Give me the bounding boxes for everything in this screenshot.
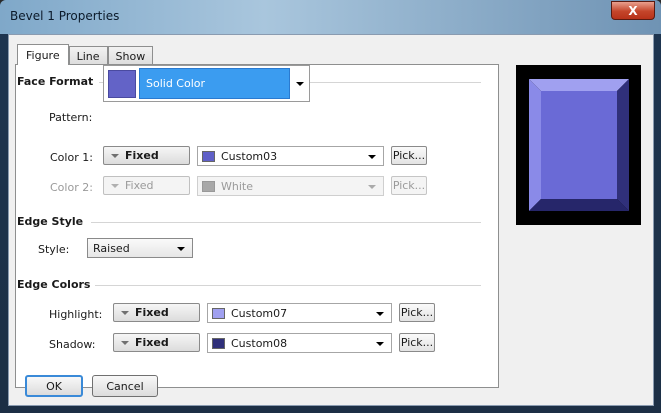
edge-style-divider	[91, 222, 481, 223]
shadow-mode-button[interactable]: Fixed	[113, 333, 200, 352]
shadow-label: Shadow:	[49, 338, 96, 351]
tab-show-label: Show	[115, 49, 146, 63]
dropdown-triangle-icon	[121, 310, 129, 315]
chevron-down-icon	[368, 155, 376, 159]
color2-value: White	[221, 179, 253, 193]
highlight-pick-button[interactable]: Pick...	[399, 303, 435, 322]
cancel-button[interactable]: Cancel	[92, 375, 158, 397]
tab-figure-label: Figure	[26, 48, 60, 62]
bevel-preview-graphic	[529, 79, 629, 211]
color1-mode-button[interactable]: Fixed	[103, 146, 190, 165]
highlight-label: Highlight:	[49, 308, 103, 321]
face-format-heading: Face Format	[17, 75, 94, 88]
color1-pick-button[interactable]: Pick...	[391, 146, 427, 165]
dropdown-triangle-icon	[121, 340, 129, 345]
bevel-left-edge	[529, 79, 541, 211]
color1-select[interactable]: Custom03	[197, 146, 384, 166]
tab-line[interactable]: Line	[68, 46, 108, 65]
highlight-swatch	[212, 307, 225, 319]
edge-style-select[interactable]: Raised	[87, 238, 193, 258]
shadow-pick-button[interactable]: Pick...	[399, 333, 435, 352]
tab-figure[interactable]: Figure	[17, 44, 69, 65]
color1-label: Color 1:	[50, 151, 93, 164]
chevron-down-icon	[368, 185, 376, 189]
color2-mode-button[interactable]: Fixed	[103, 176, 190, 195]
pattern-dropdown[interactable]: Solid Color	[103, 65, 310, 102]
color2-pick-button[interactable]: Pick...	[391, 176, 427, 195]
chevron-down-icon	[177, 247, 185, 251]
ok-button[interactable]: OK	[25, 375, 83, 397]
edge-colors-heading: Edge Colors	[17, 278, 91, 291]
highlight-color-select[interactable]: Custom07	[207, 303, 392, 323]
style-label: Style:	[38, 243, 70, 256]
color2-select[interactable]: White	[197, 176, 384, 196]
shadow-mode-label: Fixed	[135, 336, 169, 349]
window-title: Bevel 1 Properties	[10, 9, 120, 23]
highlight-mode-label: Fixed	[135, 306, 169, 319]
edge-colors-divider	[95, 285, 481, 286]
pattern-label: Pattern:	[49, 111, 93, 124]
tab-strip: Figure Line Show	[17, 44, 154, 66]
edge-style-heading: Edge Style	[17, 215, 84, 228]
edge-style-value: Raised	[93, 241, 130, 255]
shadow-swatch	[212, 337, 225, 349]
color2-label: Color 2:	[50, 181, 93, 194]
shadow-value: Custom08	[231, 336, 288, 350]
pattern-swatch	[108, 70, 136, 98]
shadow-color-select[interactable]: Custom08	[207, 333, 392, 353]
close-icon: X	[628, 3, 638, 18]
dialog-window: Bevel 1 Properties X Figure Line Show Fa…	[0, 0, 661, 413]
color1-mode-label: Fixed	[125, 149, 159, 162]
color1-value: Custom03	[221, 149, 278, 163]
chevron-down-icon	[376, 342, 384, 346]
bevel-right-edge	[617, 79, 629, 211]
bevel-face	[541, 91, 617, 199]
chevron-down-icon	[376, 312, 384, 316]
bevel-top-edge	[529, 79, 629, 91]
pattern-selected-value: Solid Color	[139, 68, 290, 99]
tab-show[interactable]: Show	[107, 46, 154, 65]
bevel-preview	[516, 65, 641, 225]
color2-swatch	[202, 180, 215, 192]
title-bar[interactable]: Bevel 1 Properties X	[0, 0, 661, 34]
close-button[interactable]: X	[611, 1, 655, 20]
chevron-down-icon	[296, 82, 304, 86]
tab-line-label: Line	[76, 49, 100, 63]
dropdown-triangle-icon	[111, 153, 119, 158]
bevel-bottom-edge	[529, 199, 629, 211]
dialog-client-area: Figure Line Show Face Format Pattern: So…	[8, 34, 654, 406]
color1-swatch	[202, 150, 215, 162]
dropdown-triangle-icon	[111, 183, 119, 188]
highlight-mode-button[interactable]: Fixed	[113, 303, 200, 322]
color2-mode-label: Fixed	[125, 179, 154, 192]
highlight-value: Custom07	[231, 306, 288, 320]
